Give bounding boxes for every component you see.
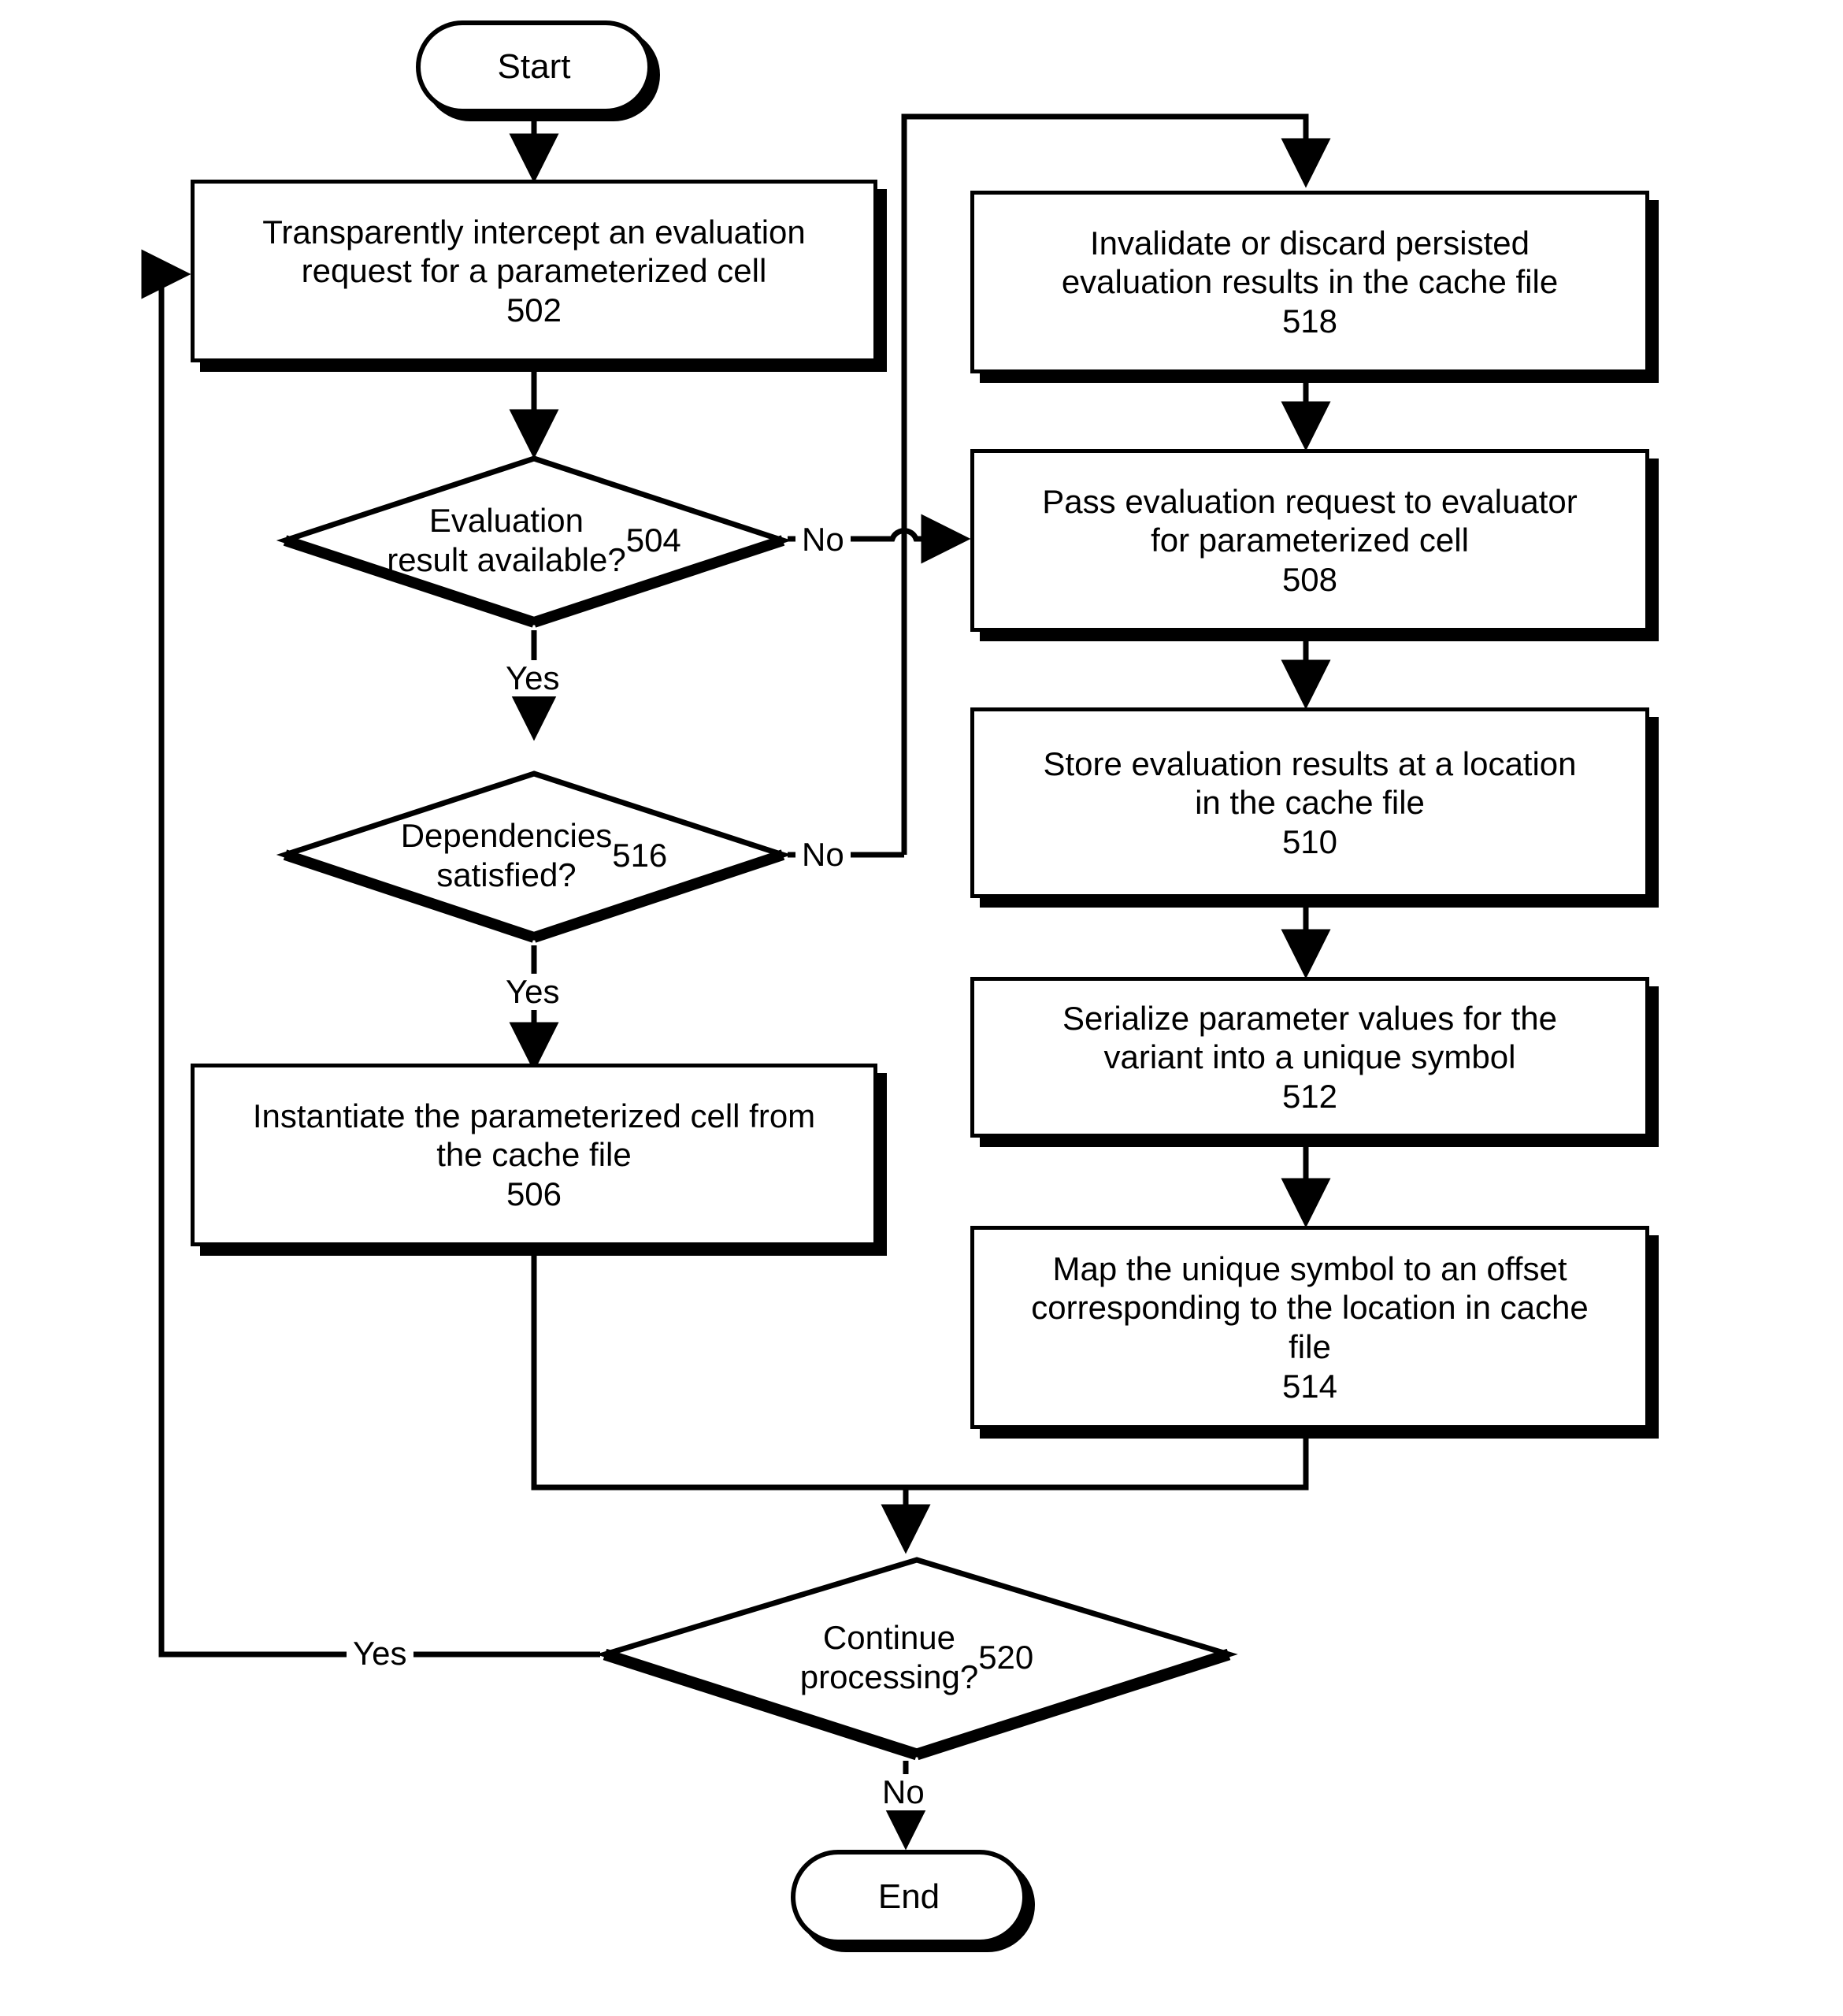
edge-label-504-yes: Yes — [499, 660, 566, 696]
process-508: Pass evaluation request to evaluator for… — [970, 449, 1649, 632]
end-terminator: End — [791, 1850, 1027, 1944]
process-514-ref: 514 — [1281, 1367, 1338, 1405]
process-510-text: Store evaluation results at a location i… — [1043, 744, 1577, 860]
process-508-ref: 508 — [1281, 560, 1338, 598]
flowchart-canvas: Start Transparently intercept an evaluat… — [0, 0, 1843, 2016]
process-512-ref: 512 — [1281, 1077, 1338, 1115]
decision-520: Continue processing? 520 — [595, 1554, 1238, 1762]
process-502: Transparently intercept an evaluation re… — [191, 180, 877, 362]
process-510-ref: 510 — [1281, 822, 1338, 860]
process-508-text: Pass evaluation request to evaluator for… — [1042, 482, 1578, 598]
edge-label-504-no: No — [795, 522, 851, 558]
end-label: End — [877, 1877, 940, 1916]
process-518-ref: 518 — [1281, 302, 1338, 340]
decision-504: Evaluation result available? 504 — [276, 451, 792, 630]
edge-label-516-yes: Yes — [499, 974, 566, 1010]
process-506: Instantiate the parameterized cell from … — [191, 1064, 877, 1246]
process-502-text: Transparently intercept an evaluation re… — [262, 213, 806, 329]
process-512-text: Serialize parameter values for the varia… — [1062, 999, 1557, 1115]
process-512: Serialize parameter values for the varia… — [970, 977, 1649, 1138]
process-514-text: Map the unique symbol to an offset corre… — [1031, 1249, 1589, 1405]
process-510: Store evaluation results at a location i… — [970, 707, 1649, 898]
process-518-text: Invalidate or discard persisted evaluati… — [1061, 224, 1559, 340]
edge-label-520-no: No — [876, 1774, 931, 1810]
process-506-ref: 506 — [506, 1175, 562, 1212]
process-506-text: Instantiate the parameterized cell from … — [252, 1097, 816, 1212]
process-502-ref: 502 — [506, 291, 562, 329]
start-label: Start — [497, 46, 571, 86]
edge-label-520-yes: Yes — [347, 1635, 413, 1672]
process-518: Invalidate or discard persisted evaluati… — [970, 191, 1649, 373]
process-514: Map the unique symbol to an offset corre… — [970, 1226, 1649, 1429]
decision-516: Dependencies satisfied? 516 — [276, 766, 792, 945]
edge-label-516-no: No — [795, 837, 851, 873]
start-terminator: Start — [416, 20, 652, 113]
